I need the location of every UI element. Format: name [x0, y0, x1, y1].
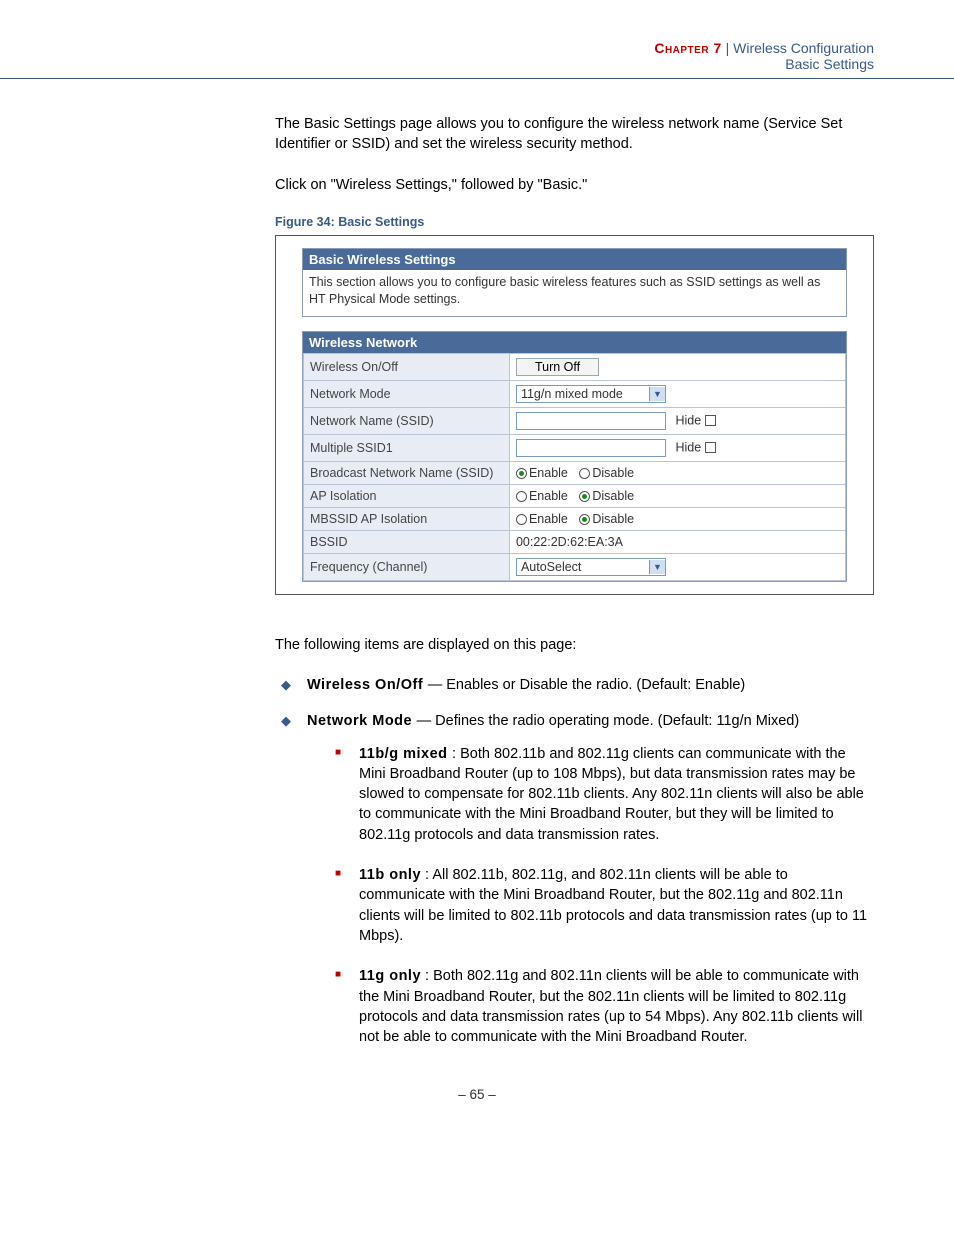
label-network-mode: Network Mode [304, 380, 510, 407]
radio-circle-icon [516, 491, 527, 502]
chevron-down-icon: ▼ [649, 560, 665, 574]
radio-dot-icon [579, 491, 590, 502]
row-network-mode: Network Mode 11g/n mixed mode ▼ [304, 380, 846, 407]
settings-table: Wireless On/Off Turn Off Network Mode 11… [303, 353, 846, 581]
panel-title: Basic Wireless Settings [303, 249, 846, 270]
settings-panel: Basic Wireless Settings This section all… [302, 248, 847, 317]
content-area: The Basic Settings page allows you to co… [275, 114, 874, 1047]
label-ssid: Network Name (SSID) [304, 407, 510, 434]
row-bssid: BSSID 00:22:2D:62:EA:3A [304, 530, 846, 553]
list-item: Network Mode — Defines the radio operati… [279, 711, 874, 1047]
hide-ssid-label: Hide [675, 413, 701, 427]
label-wireless-onoff: Wireless On/Off [304, 353, 510, 380]
row-frequency: Frequency (Channel) AutoSelect ▼ [304, 553, 846, 580]
screenshot-frame: Basic Wireless Settings This section all… [275, 235, 874, 595]
wireless-network-panel: Wireless Network Wireless On/Off Turn Of… [302, 331, 847, 582]
frequency-select[interactable]: AutoSelect ▼ [516, 558, 666, 576]
page-header: Chapter 7 | Wireless Configuration Basic… [0, 30, 954, 78]
term-11g-only: 11g only [359, 968, 421, 984]
label-bssid: BSSID [304, 530, 510, 553]
row-ap-isolation: AP Isolation Enable Disable [304, 484, 846, 507]
term-11bg-mixed: 11b/g mixed [359, 746, 452, 762]
row-wireless-onoff: Wireless On/Off Turn Off [304, 353, 846, 380]
row-mssid1: Multiple SSID1 Hide [304, 434, 846, 461]
network-mode-value: 11g/n mixed mode [517, 386, 627, 402]
sub-list: 11b/g mixed : Both 802.11b and 802.11g c… [307, 744, 874, 1048]
broadcast-enable-radio[interactable]: Enable [516, 466, 568, 480]
turn-off-button[interactable]: Turn Off [516, 358, 599, 376]
list-item: 11g only : Both 802.11g and 802.11n clie… [335, 966, 874, 1047]
bssid-value: 00:22:2D:62:EA:3A [509, 530, 845, 553]
network-mode-select[interactable]: 11g/n mixed mode ▼ [516, 385, 666, 403]
row-broadcast: Broadcast Network Name (SSID) Enable Dis… [304, 461, 846, 484]
list-item: Wireless On/Off — Enables or Disable the… [279, 675, 874, 695]
intro-paragraph-2: Click on "Wireless Settings," followed b… [275, 175, 874, 195]
label-frequency: Frequency (Channel) [304, 553, 510, 580]
hide-ssid-checkbox[interactable] [705, 415, 716, 426]
desc-11g-only: : Both 802.11g and 802.11n clients will … [359, 968, 862, 1045]
label-mssid1: Multiple SSID1 [304, 434, 510, 461]
hide-mssid1-checkbox[interactable] [705, 442, 716, 453]
wireless-network-title: Wireless Network [303, 332, 846, 353]
figure-caption: Figure 34: Basic Settings [275, 215, 874, 229]
ssid-input[interactable] [516, 412, 666, 430]
radio-circle-icon [579, 468, 590, 479]
radio-circle-icon [516, 514, 527, 525]
row-ssid: Network Name (SSID) Hide [304, 407, 846, 434]
radio-dot-icon [516, 468, 527, 479]
mbssid-enable-radio[interactable]: Enable [516, 512, 568, 526]
broadcast-disable-radio[interactable]: Disable [579, 466, 634, 480]
label-mbssid-isolation: MBSSID AP Isolation [304, 507, 510, 530]
chapter-label: Chapter 7 [654, 40, 721, 56]
page-footer: – 65 – [0, 1087, 954, 1122]
intro-paragraph-1: The Basic Settings page allows you to co… [275, 114, 874, 155]
header-rule [0, 78, 954, 79]
hide-mssid1-label: Hide [675, 440, 701, 454]
term-network-mode: Network Mode [307, 713, 417, 729]
label-broadcast: Broadcast Network Name (SSID) [304, 461, 510, 484]
desc-11b-only: : All 802.11b, 802.11g, and 802.11n clie… [359, 867, 867, 944]
list-item: 11b/g mixed : Both 802.11b and 802.11g c… [335, 744, 874, 845]
ap-iso-enable-radio[interactable]: Enable [516, 489, 568, 503]
definition-list: Wireless On/Off — Enables or Disable the… [275, 675, 874, 1047]
ap-iso-disable-radio[interactable]: Disable [579, 489, 634, 503]
term-wireless-onoff: Wireless On/Off [307, 677, 428, 693]
section-label: Wireless Configuration [733, 40, 874, 56]
header-separator: | [726, 40, 730, 56]
frequency-value: AutoSelect [517, 559, 585, 575]
list-item: 11b only : All 802.11b, 802.11g, and 802… [335, 865, 874, 946]
subsection-label: Basic Settings [785, 56, 874, 72]
radio-dot-icon [579, 514, 590, 525]
label-ap-isolation: AP Isolation [304, 484, 510, 507]
row-mbssid-isolation: MBSSID AP Isolation Enable Disable [304, 507, 846, 530]
mssid1-input[interactable] [516, 439, 666, 457]
panel-description: This section allows you to configure bas… [303, 270, 846, 316]
term-11b-only: 11b only [359, 867, 421, 883]
chevron-down-icon: ▼ [649, 387, 665, 401]
desc-network-mode: — Defines the radio operating mode. (Def… [417, 713, 800, 729]
desc-wireless-onoff: — Enables or Disable the radio. (Default… [428, 677, 746, 693]
mbssid-disable-radio[interactable]: Disable [579, 512, 634, 526]
items-lead: The following items are displayed on thi… [275, 635, 874, 655]
